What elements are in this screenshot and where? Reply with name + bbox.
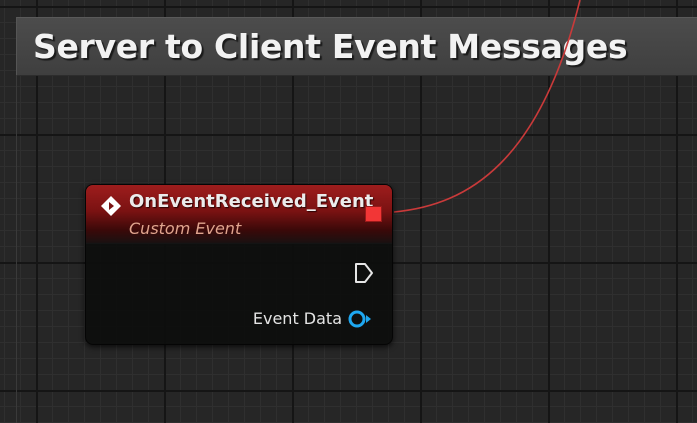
comment-box-header[interactable]: Server to Client Event Messages	[16, 17, 697, 76]
node-header[interactable]: OnEventReceived_Event Custom Event	[86, 185, 392, 244]
node-title: OnEventReceived_Event	[129, 191, 374, 212]
delegate-output-pin[interactable]	[365, 206, 382, 222]
comment-title: Server to Client Event Messages	[33, 27, 628, 66]
exec-arrow-icon[interactable]	[354, 262, 374, 284]
event-diamond-icon	[101, 196, 121, 216]
custom-event-node[interactable]: OnEventReceived_Event Custom Event Event…	[85, 184, 393, 345]
event-data-pin-label: Event Data	[252, 309, 342, 328]
node-subtitle: Custom Event	[129, 219, 242, 238]
event-data-pin-icon[interactable]	[347, 309, 373, 329]
